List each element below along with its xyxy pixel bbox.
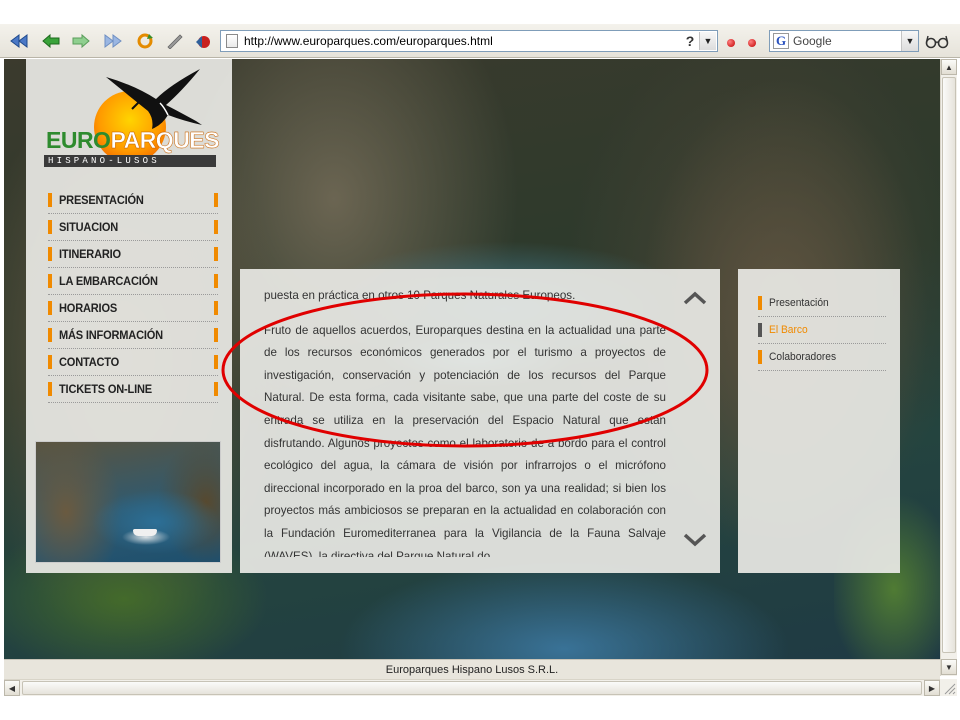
logo-text: EUROPARQUES <box>46 127 220 154</box>
logo-text-euro: EURO <box>46 127 111 153</box>
menu-item-presentacion[interactable]: PRESENTACIÓN <box>48 187 218 214</box>
menu-bullet <box>214 220 218 234</box>
resize-grip-icon[interactable] <box>940 679 957 696</box>
scroll-down-arrow-icon[interactable]: ▼ <box>941 659 957 675</box>
back-arrow-icon[interactable] <box>40 30 62 52</box>
forward-arrow-icon[interactable] <box>70 30 92 52</box>
menu-bullet <box>48 328 52 342</box>
menu-bullet <box>214 247 218 261</box>
europarques-logo[interactable]: EUROPARQUES HISPANO-LUSOS <box>44 65 224 181</box>
url-text[interactable]: http://www.europarques.com/europarques.h… <box>244 34 681 48</box>
edit-pen-icon[interactable] <box>164 30 186 52</box>
submenu-item-label: Colaboradores <box>769 351 837 363</box>
menu-bullet <box>48 382 52 396</box>
page-icon <box>226 34 238 48</box>
scroll-up-arrow-icon[interactable]: ▲ <box>941 59 957 75</box>
address-bar[interactable]: http://www.europarques.com/europarques.h… <box>220 30 718 52</box>
menu-item-label: HORARIOS <box>59 301 118 315</box>
fast-forward-icon[interactable] <box>102 30 124 52</box>
menu-bullet <box>48 301 52 315</box>
logo-text-parques: PARQUES <box>110 127 219 153</box>
menu-item-label: PRESENTACIÓN <box>59 193 144 207</box>
scroll-thumb[interactable] <box>22 681 922 695</box>
submenu-bullet <box>758 296 762 310</box>
submenu-item-presentacion[interactable]: Presentación <box>758 290 886 317</box>
record-red-icon[interactable] <box>727 39 735 47</box>
boat-shape <box>133 529 157 536</box>
menu-item-horarios[interactable]: HORARIOS <box>48 295 218 322</box>
menu-bullet <box>48 220 52 234</box>
scroll-right-arrow-icon[interactable]: ▶ <box>924 680 940 696</box>
page-viewport: EUROPARQUES HISPANO-LUSOS PRESENTACIÓN S… <box>4 59 940 659</box>
menu-item-label: TICKETS ON-LINE <box>59 382 152 396</box>
status-bar: Europarques Hispano Lusos S.R.L. <box>4 659 940 679</box>
content-panel: puesta en práctica en otros 10 Parques N… <box>240 269 720 573</box>
content-paragraph: Fruto de aquellos acuerdos, Europarques … <box>264 323 666 557</box>
rewind-icon[interactable] <box>8 30 30 52</box>
menu-item-itinerario[interactable]: ITINERARIO <box>48 241 218 268</box>
browser-toolbar: http://www.europarques.com/europarques.h… <box>0 24 960 58</box>
menu-bullet <box>48 274 52 288</box>
menu-bullet <box>214 301 218 315</box>
menu-item-label: CONTACTO <box>59 355 120 369</box>
menu-item-label: MÁS INFORMACIÓN <box>59 328 163 342</box>
submenu-item-el-barco[interactable]: El Barco <box>758 317 886 344</box>
glasses-icon[interactable] <box>925 32 949 55</box>
home-icon[interactable] <box>192 30 214 52</box>
menu-item-la-embarcacion[interactable]: LA EMBARCACIÓN <box>48 268 218 295</box>
menu-bullet <box>48 247 52 261</box>
submenu-item-colaboradores[interactable]: Colaboradores <box>758 344 886 371</box>
menu-item-label: LA EMBARCACIÓN <box>59 274 158 288</box>
vertical-scrollbar[interactable]: ▲ ▼ <box>940 59 957 676</box>
menu-item-situacion[interactable]: SITUACION <box>48 214 218 241</box>
logo-subtitle: HISPANO-LUSOS <box>44 155 216 167</box>
menu-item-label: SITUACION <box>59 220 119 234</box>
submenu-item-label: Presentación <box>769 297 829 309</box>
chevron-down-icon[interactable]: ▼ <box>901 31 918 51</box>
menu-bullet <box>214 355 218 369</box>
menu-bullet <box>214 274 218 288</box>
menu-item-tickets-online[interactable]: TICKETS ON-LINE <box>48 376 218 403</box>
search-engine-label[interactable]: Google <box>793 34 901 48</box>
menu-item-contacto[interactable]: CONTACTO <box>48 349 218 376</box>
submenu-panel: Presentación El Barco Colaboradores <box>738 269 900 573</box>
main-menu: PRESENTACIÓN SITUACION ITINERARIO LA EMB… <box>48 187 218 403</box>
status-text: Europarques Hispano Lusos S.R.L. <box>385 663 559 676</box>
menu-bullet <box>48 193 52 207</box>
menu-bullet <box>48 355 52 369</box>
content-text: puesta en práctica en otros 10 Parques N… <box>264 285 666 557</box>
reload-icon[interactable] <box>134 30 156 52</box>
menu-item-mas-informacion[interactable]: MÁS INFORMACIÓN <box>48 322 218 349</box>
google-icon: G <box>773 33 789 49</box>
left-panel: EUROPARQUES HISPANO-LUSOS PRESENTACIÓN S… <box>26 59 232 573</box>
submenu-list: Presentación El Barco Colaboradores <box>758 290 886 371</box>
record-red-icon[interactable] <box>748 39 756 47</box>
menu-bullet <box>214 193 218 207</box>
chevron-down-icon[interactable]: ▼ <box>699 32 716 50</box>
submenu-item-label: El Barco <box>769 324 808 336</box>
horizontal-scrollbar[interactable]: ◀ ▶ <box>4 679 957 696</box>
scroll-up-icon[interactable] <box>682 289 708 307</box>
search-box[interactable]: G Google ▼ <box>769 30 919 52</box>
menu-bullet <box>214 382 218 396</box>
scroll-left-arrow-icon[interactable]: ◀ <box>4 680 20 696</box>
menu-item-label: ITINERARIO <box>59 247 121 261</box>
scroll-thumb[interactable] <box>942 77 956 653</box>
stork-icon <box>106 69 202 129</box>
content-paragraph: puesta en práctica en otros 10 Parques N… <box>264 289 576 302</box>
submenu-bullet <box>758 350 762 364</box>
scroll-down-icon[interactable] <box>682 531 708 549</box>
menu-bullet <box>214 328 218 342</box>
boat-photo <box>35 441 221 563</box>
help-icon[interactable]: ? <box>681 32 699 50</box>
submenu-bullet <box>758 323 762 337</box>
